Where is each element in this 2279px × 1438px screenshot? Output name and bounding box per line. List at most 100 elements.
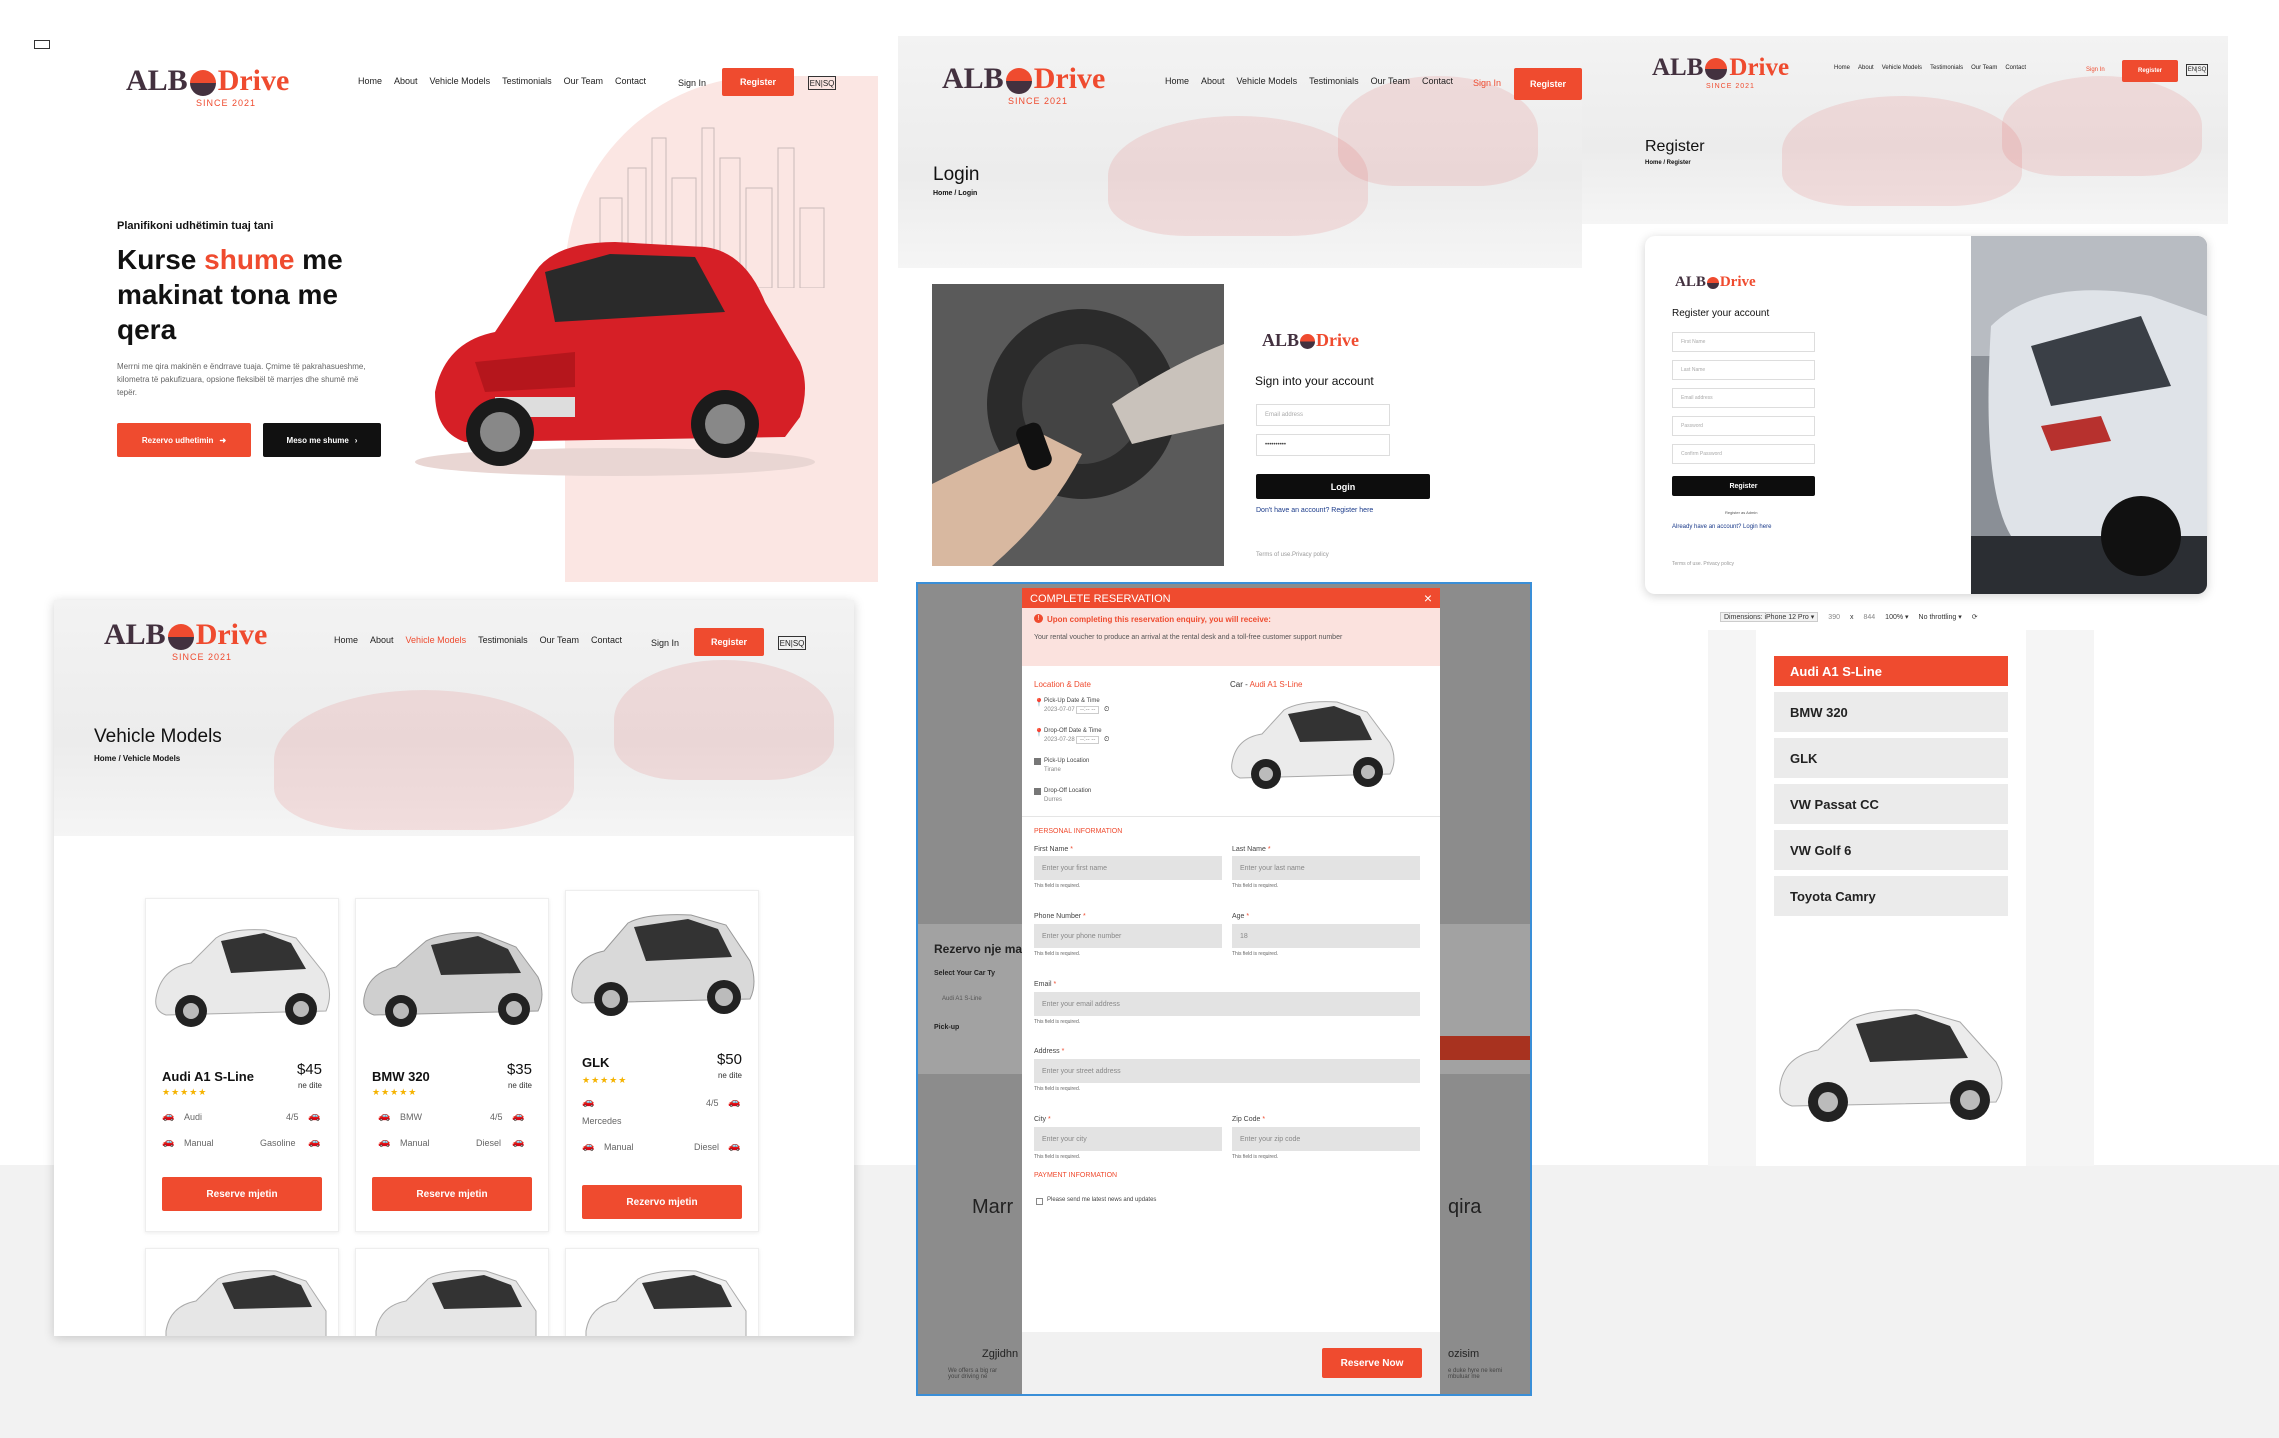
device-dimensions-select[interactable]: Dimensions: iPhone 12 Pro ▾ — [1720, 612, 1819, 622]
register-button[interactable]: Register — [722, 68, 794, 96]
nav-contact[interactable]: Contact — [1422, 76, 1453, 86]
nav-about[interactable]: About — [1201, 76, 1225, 86]
car-image — [165, 1270, 327, 1336]
last-name-input[interactable]: Enter your last name — [1232, 856, 1420, 880]
nav-testimonials[interactable]: Testimonials — [502, 76, 552, 86]
learn-more-button[interactable]: Meso me shume › — [263, 423, 381, 457]
language-switcher[interactable]: EN|SQ — [778, 636, 806, 650]
signin-link[interactable]: Sign In — [678, 78, 706, 88]
vehicle-card — [355, 1248, 549, 1336]
reserve-vehicle-button[interactable]: Reserve mjetin — [162, 1177, 322, 1211]
pickup-location-value: Tirane — [1044, 767, 1061, 773]
last-name-input[interactable]: Last Name — [1672, 360, 1815, 380]
zip-input[interactable]: Enter your zip code — [1232, 1127, 1420, 1151]
register-button[interactable]: Register — [2122, 60, 2178, 82]
dropoff-time-input[interactable]: --:-- -- — [1076, 736, 1100, 744]
confirm-password-input[interactable]: Confirm Password — [1672, 444, 1815, 464]
brand-logo[interactable]: ALB Drive — [1675, 274, 1756, 291]
nav-our-team[interactable]: Our Team — [540, 635, 579, 645]
email-input[interactable]: Email address — [1672, 388, 1815, 408]
nav-about[interactable]: About — [370, 635, 394, 645]
city-input[interactable]: Enter your city — [1034, 1127, 1222, 1151]
register-submit-button[interactable]: Register — [1672, 476, 1815, 496]
nav-home[interactable]: Home — [1834, 65, 1850, 71]
signin-link[interactable]: Sign In — [651, 638, 679, 648]
bg-feature-title: ozisim — [1448, 1348, 1480, 1360]
nav-testimonials[interactable]: Testimonials — [478, 635, 528, 645]
phone-input[interactable]: Enter your phone number — [1034, 924, 1222, 948]
nav-home[interactable]: Home — [358, 76, 382, 86]
book-trip-button[interactable]: Rezervo udhetimin ➜ — [117, 423, 251, 457]
nav-about[interactable]: About — [394, 76, 418, 86]
register-button[interactable]: Register — [1514, 68, 1582, 100]
nav-our-team[interactable]: Our Team — [564, 76, 603, 86]
email-input[interactable]: Enter your email address — [1034, 992, 1420, 1016]
nav-vehicle-models[interactable]: Vehicle Models — [1237, 76, 1298, 86]
brand-logo[interactable]: ALB Drive — [942, 62, 1105, 96]
register-link[interactable]: Don't have an account? Register here — [1256, 507, 1373, 514]
register-card: ALB Drive Register your account First Nam… — [1645, 236, 2207, 594]
email-input[interactable]: Email address — [1256, 404, 1390, 426]
nav-vehicle-models[interactable]: Vehicle Models — [430, 76, 491, 86]
register-button[interactable]: Register — [694, 628, 764, 656]
nav-vehicle-models[interactable]: Vehicle Models — [406, 635, 467, 645]
nav-testimonials[interactable]: Testimonials — [1930, 65, 1963, 71]
terms-link[interactable]: Terms of use. Privacy policy — [1672, 561, 1734, 567]
car-rating: 4/5 — [286, 1112, 299, 1122]
password-input[interactable]: •••••••••• — [1256, 434, 1390, 456]
login-link[interactable]: Already have an account? Login here — [1672, 524, 1771, 530]
nav-home[interactable]: Home — [334, 635, 358, 645]
first-name-input[interactable]: First Name — [1672, 332, 1815, 352]
brand-logo[interactable]: ALB Drive — [1262, 330, 1359, 351]
map-pin-icon: 📍 — [1034, 698, 1044, 707]
car-transmission: Manual — [184, 1138, 214, 1148]
vehicle-list-item[interactable]: Toyota Camry — [1774, 876, 2008, 916]
rotate-icon[interactable]: ⟳ — [1972, 613, 1978, 621]
brand-logo[interactable]: ALB Drive — [104, 618, 267, 652]
rating-stars: ★★★★★ — [582, 1075, 628, 1085]
signin-link[interactable]: Sign In — [1473, 78, 1501, 88]
nav-about[interactable]: About — [1858, 65, 1874, 71]
zoom-select[interactable]: 100% ▾ — [1885, 613, 1908, 621]
first-name-input[interactable]: Enter your first name — [1034, 856, 1222, 880]
reserve-vehicle-button[interactable]: Rezervo mjetin — [582, 1185, 742, 1219]
vehicle-list-item[interactable]: BMW 320 — [1774, 692, 2008, 732]
throttle-select[interactable]: No throttling ▾ — [1919, 613, 1962, 621]
language-switcher[interactable]: EN|SQ — [808, 76, 836, 90]
page-title: Register — [1645, 138, 1705, 155]
nav-contact[interactable]: Contact — [615, 76, 646, 86]
reserve-vehicle-button[interactable]: Reserve mjetin — [372, 1177, 532, 1211]
nav-our-team[interactable]: Our Team — [1371, 76, 1410, 86]
signin-link[interactable]: Sign In — [2086, 67, 2105, 73]
vehicle-list-item[interactable]: Audi A1 S-Line — [1774, 656, 2008, 686]
nav-home[interactable]: Home — [1165, 76, 1189, 86]
reserve-now-button[interactable]: Reserve Now — [1322, 1348, 1422, 1378]
device-height-input[interactable]: 844 — [1863, 614, 1875, 621]
nav-our-team[interactable]: Our Team — [1971, 65, 1997, 71]
password-input[interactable]: Password — [1672, 416, 1815, 436]
nav-testimonials[interactable]: Testimonials — [1309, 76, 1359, 86]
brand-logo[interactable]: ALB Drive — [1652, 54, 1789, 82]
nav-contact[interactable]: Contact — [2005, 65, 2026, 71]
dropoff-date-value[interactable]: 2023-07-28 — [1044, 737, 1075, 743]
newsletter-checkbox[interactable] — [1036, 1198, 1043, 1205]
pickup-time-input[interactable]: --:-- -- — [1076, 706, 1100, 714]
required-help: This field is required. — [1034, 1154, 1081, 1160]
red-hatchback-car-image — [415, 242, 815, 476]
nav-contact[interactable]: Contact — [591, 635, 622, 645]
vehicle-list-item[interactable]: VW Passat CC — [1774, 784, 2008, 824]
pickup-date-value[interactable]: 2023-07-07 — [1044, 707, 1075, 713]
price-period: ne dite — [507, 1081, 532, 1090]
device-width-input[interactable]: 390 — [1828, 614, 1840, 621]
brand-logo[interactable]: ALB Drive — [126, 64, 289, 98]
terms-link[interactable]: Terms of use.Privacy policy — [1256, 552, 1329, 558]
car-image — [375, 1270, 537, 1336]
address-input[interactable]: Enter your street address — [1034, 1059, 1420, 1083]
login-button[interactable]: Login — [1256, 474, 1430, 499]
age-input[interactable]: 18 — [1232, 924, 1420, 948]
close-icon[interactable]: × — [1424, 590, 1432, 606]
vehicle-list-item[interactable]: VW Golf 6 — [1774, 830, 2008, 870]
language-switcher[interactable]: EN|SQ — [2186, 64, 2208, 76]
vehicle-list-item[interactable]: GLK — [1774, 738, 2008, 778]
nav-vehicle-models[interactable]: Vehicle Models — [1882, 65, 1922, 71]
